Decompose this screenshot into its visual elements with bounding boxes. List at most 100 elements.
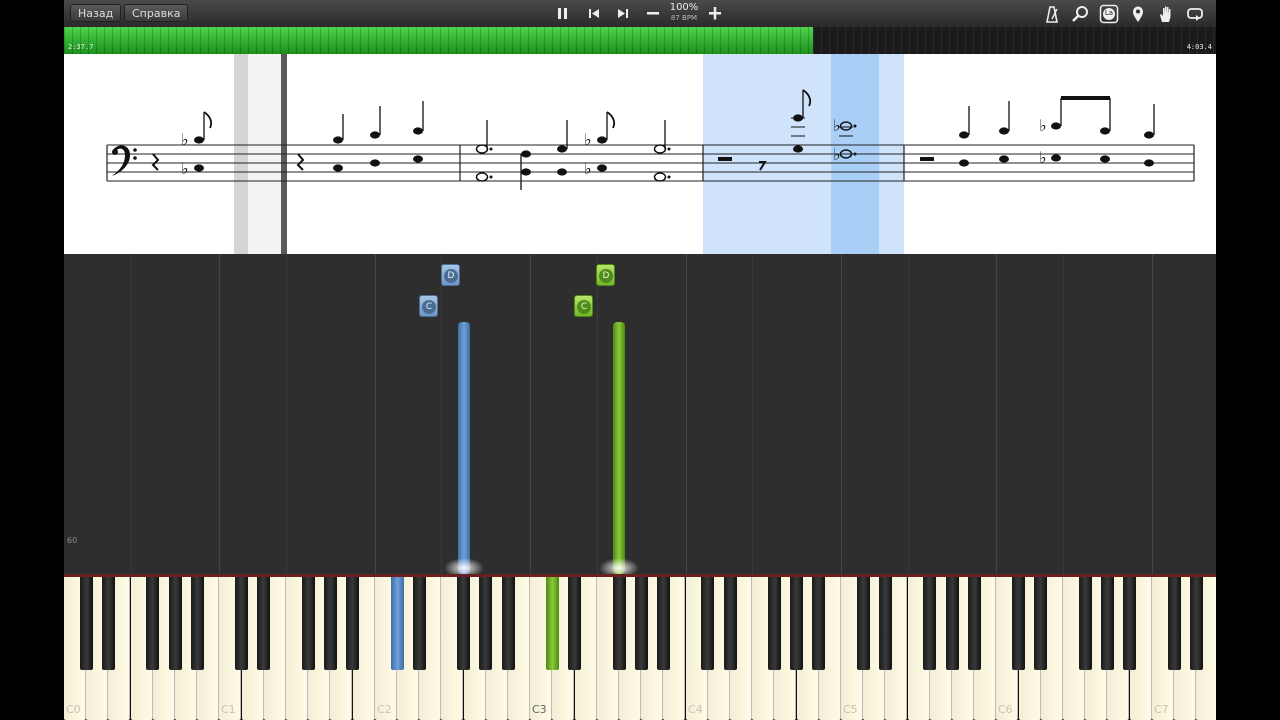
octave-gridline [530, 254, 531, 574]
black-key-f-sharp2[interactable] [457, 577, 470, 670]
black-key-a-sharp6[interactable] [1123, 577, 1136, 670]
f-gridline [752, 254, 753, 574]
black-key-c-sharp6[interactable] [1012, 577, 1025, 670]
octave-label: C1 [221, 703, 236, 716]
black-key-c-sharp5[interactable] [857, 577, 870, 670]
black-key-c-sharp1[interactable] [235, 577, 248, 670]
skip-forward-icon[interactable] [612, 3, 634, 23]
octave-label: C7 [1154, 703, 1169, 716]
skip-back-icon[interactable] [583, 3, 605, 23]
falling-notes-area: 60 D C D C [64, 254, 1216, 574]
octave-gridline [375, 254, 376, 574]
total-time: 4:03.4 [1186, 43, 1212, 51]
black-key-f-sharp4[interactable] [768, 577, 781, 670]
black-key-f-sharp5[interactable] [923, 577, 936, 670]
black-key-d-sharp3[interactable] [568, 577, 581, 670]
key-hit-glow-right [599, 558, 639, 574]
synthesia-player: Назад Справка 100% 87 BPM La 2:37.7 4:03… [64, 0, 1216, 720]
black-key-a-sharp1[interactable] [346, 577, 359, 670]
beam [1061, 96, 1110, 100]
svg-text:♭: ♭ [1039, 148, 1047, 167]
black-key-g-sharp3[interactable] [635, 577, 648, 670]
magnifier-icon[interactable] [1070, 4, 1090, 24]
note-badge-c-right: C [574, 295, 593, 317]
black-key-f-sharp1[interactable] [302, 577, 315, 670]
black-key-d-sharp4[interactable] [724, 577, 737, 670]
sheet-music-svg: ♭ ♭ ♭ ♭ ♭ ♭ ♭ ♭ [106, 54, 1195, 254]
black-key-a-sharp5[interactable] [968, 577, 981, 670]
f-gridline [597, 254, 598, 574]
progress-fill [64, 27, 813, 54]
song-progress-bar[interactable]: 2:37.7 4:03.4 [64, 27, 1216, 54]
black-key-a-sharp0[interactable] [191, 577, 204, 670]
progress-remaining [813, 27, 1216, 54]
pressed-key-c-sharp2[interactable] [391, 577, 404, 670]
key-signature-icon[interactable]: La [1099, 4, 1119, 24]
pressed-key-c-sharp3[interactable] [546, 577, 559, 670]
tempo-bpm: 87 BPM [670, 14, 698, 22]
f-gridline [1063, 254, 1064, 574]
bass-clef-icon [112, 145, 137, 176]
black-key-g-sharp4[interactable] [790, 577, 803, 670]
svg-text:♭: ♭ [181, 130, 189, 149]
black-key-f-sharp6[interactable] [1079, 577, 1092, 670]
note-badge-d-left: D [441, 264, 460, 286]
black-key-g-sharp1[interactable] [324, 577, 337, 670]
stems [203, 90, 1155, 190]
row-label: 60 [67, 536, 78, 545]
black-key-d-sharp5[interactable] [879, 577, 892, 670]
octave-gridline [841, 254, 842, 574]
black-key-f-sharp0[interactable] [146, 577, 159, 670]
black-key-g-sharp5[interactable] [946, 577, 959, 670]
f-gridline [286, 254, 287, 574]
note-bar-right-hand [613, 322, 625, 574]
key-icon-text: La [1104, 9, 1114, 17]
metronome-icon[interactable] [1042, 4, 1062, 24]
hand-icon[interactable] [1156, 4, 1176, 24]
key-hit-glow-left [444, 558, 484, 574]
octave-label: C4 [688, 703, 703, 716]
tempo-decrease-icon[interactable] [642, 3, 664, 23]
black-key-d-sharp6[interactable] [1034, 577, 1047, 670]
svg-text:♭: ♭ [833, 145, 841, 164]
octave-label: C6 [998, 703, 1013, 716]
note-bar-left-hand [458, 322, 470, 574]
octave-gridline [1152, 254, 1153, 574]
black-key-g-sharp0[interactable] [169, 577, 182, 670]
black-key-d-sharp0[interactable] [102, 577, 115, 670]
black-key-g-sharp6[interactable] [1101, 577, 1114, 670]
note-badge-d-right: D [596, 264, 615, 286]
toolbar: Назад Справка 100% 87 BPM La [64, 0, 1216, 28]
black-key-a-sharp3[interactable] [657, 577, 670, 670]
black-key-c-sharp7[interactable] [1168, 577, 1181, 670]
octave-label: C2 [377, 703, 392, 716]
piano-keyboard[interactable]: C0 C1 C2 C3 C4 C5 C6 C7 [64, 574, 1216, 720]
black-key-c-sharp4[interactable] [701, 577, 714, 670]
tempo-percent: 100% [669, 2, 699, 13]
black-key-f-sharp3[interactable] [613, 577, 626, 670]
back-button[interactable]: Назад [70, 4, 122, 22]
svg-text:♭: ♭ [584, 130, 592, 149]
octave-gridline [996, 254, 997, 574]
black-key-a-sharp2[interactable] [502, 577, 515, 670]
black-key-g-sharp2[interactable] [479, 577, 492, 670]
octave-gridline [686, 254, 687, 574]
elapsed-time: 2:37.7 [68, 43, 94, 51]
location-pin-icon[interactable] [1128, 4, 1148, 24]
svg-text:♭: ♭ [1039, 116, 1047, 135]
loop-icon[interactable] [1185, 4, 1205, 24]
black-key-d-sharp1[interactable] [257, 577, 270, 670]
f-gridline [441, 254, 442, 574]
help-button[interactable]: Справка [124, 4, 189, 22]
octave-label: C5 [843, 703, 858, 716]
black-key-d-sharp7[interactable] [1190, 577, 1203, 670]
black-key-a-sharp4[interactable] [812, 577, 825, 670]
black-key-d-sharp2[interactable] [413, 577, 426, 670]
f-gridline [131, 254, 132, 574]
black-key-c-sharp0[interactable] [80, 577, 93, 670]
note-badge-c-left: C [419, 295, 438, 317]
sheet-music[interactable]: ♭ ♭ ♭ ♭ ♭ ♭ ♭ ♭ [64, 54, 1216, 254]
f-gridline [908, 254, 909, 574]
tempo-increase-icon[interactable] [704, 3, 726, 23]
pause-icon[interactable] [552, 3, 574, 23]
